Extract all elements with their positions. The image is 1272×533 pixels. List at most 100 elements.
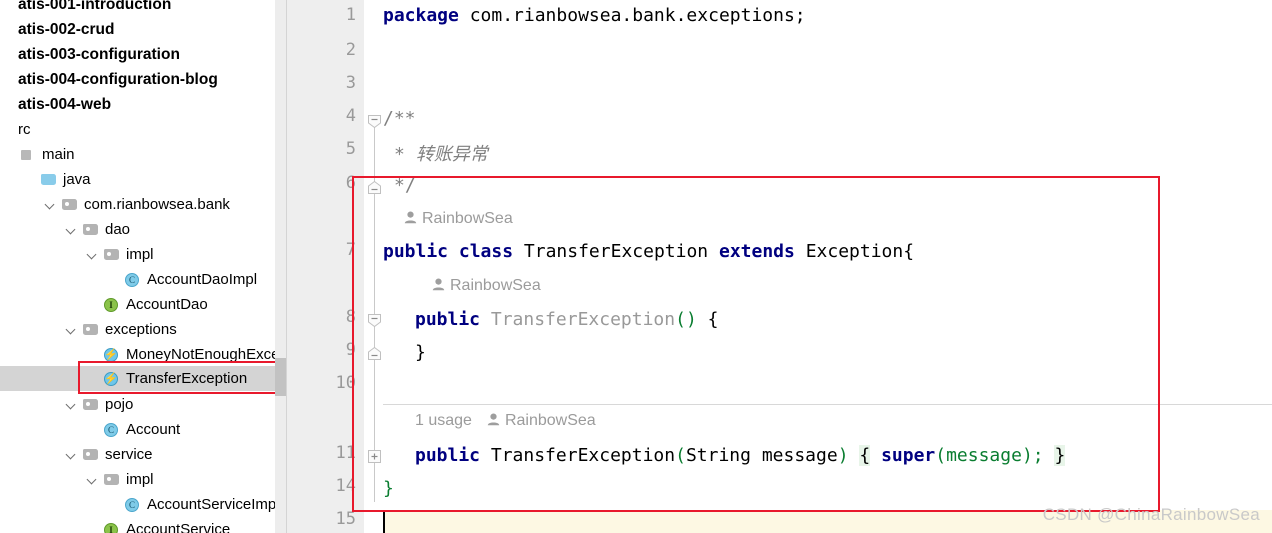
author-name: RainbowSea xyxy=(422,210,513,227)
chevron-down-icon[interactable] xyxy=(65,448,78,461)
tree-item-exceptions[interactable]: exceptions xyxy=(0,317,177,342)
tree-item-label: impl xyxy=(126,246,154,263)
package-folder-icon xyxy=(103,247,120,262)
tree-item-impl[interactable]: impl xyxy=(0,242,154,267)
tree-item-accountdao[interactable]: I AccountDao xyxy=(0,292,208,317)
tree-item-atis-004-configuration-blog[interactable]: atis-004-configuration-blog xyxy=(0,67,218,92)
chevron-down-icon[interactable] xyxy=(86,473,99,486)
tree-item-main[interactable]: main xyxy=(0,142,75,167)
code-line-11: public TransferException(String message)… xyxy=(415,445,1066,466)
keyword-package: package xyxy=(383,5,459,26)
tree-item-pojo[interactable]: pojo xyxy=(0,392,133,417)
tree-item-rc[interactable]: rc xyxy=(0,117,31,142)
keyword-extends: extends xyxy=(718,241,795,262)
sidebar-scrollbar-track[interactable] xyxy=(275,0,286,533)
person-icon xyxy=(486,412,501,427)
tree-item-label: dao xyxy=(105,221,131,238)
ctor-name: TransferException xyxy=(490,445,676,466)
fold-marker-comment-open[interactable] xyxy=(367,114,382,129)
javadoc-close: */ xyxy=(394,175,416,196)
tree-item-com-rianbowsea-bank[interactable]: com.rianbowsea.bank xyxy=(0,192,230,217)
ctor-lparen: ( xyxy=(675,445,686,466)
tree-item-dao[interactable]: dao xyxy=(0,217,130,242)
class-close-brace: } xyxy=(383,478,394,499)
project-tree-panel[interactable]: atis-001-introduction atis-002-crud atis-0… xyxy=(0,0,275,533)
tree-item-label: AccountDaoImpl xyxy=(147,271,258,288)
watermark: CSDN @ChinaRainbowSea xyxy=(1042,505,1260,524)
sidebar-scrollbar-thumb[interactable] xyxy=(275,358,286,396)
tree-item-atis-002-crud[interactable]: atis-002-crud xyxy=(0,17,114,42)
line-number: 14 xyxy=(335,476,356,496)
author-name: RainbowSea xyxy=(504,412,596,429)
folded-close-brace[interactable]: } xyxy=(1054,445,1066,466)
inlay-hint-usage[interactable]: 1 usage RainbowSea xyxy=(415,412,596,430)
class-name: TransferException xyxy=(523,241,709,262)
code-line-9: } xyxy=(415,342,426,363)
code-line-7: public class TransferException extends E… xyxy=(383,241,914,262)
chevron-down-icon[interactable] xyxy=(44,198,57,211)
code-line-8: public TransferException() { xyxy=(415,309,718,330)
tree-item-service[interactable]: service xyxy=(0,442,153,467)
ctor-open-brace: { xyxy=(707,309,719,330)
ctor-rparen: ) xyxy=(837,445,849,466)
chevron-down-icon[interactable] xyxy=(65,398,78,411)
fold-marker-ctor-close[interactable] xyxy=(367,346,382,361)
ctor-parens: () xyxy=(675,309,697,330)
tree-item-account[interactable]: C Account xyxy=(0,417,180,442)
fold-marker-ctor-open[interactable] xyxy=(367,313,382,328)
keyword-super: super xyxy=(881,445,936,466)
tree-item-impl[interactable]: impl xyxy=(0,467,154,492)
java-class-icon: C xyxy=(124,497,141,512)
tree-item-label: MoneyNotEnoughExcepti xyxy=(126,346,275,363)
inlay-hint-author-class[interactable]: RainbowSea xyxy=(403,210,513,228)
param-type: String xyxy=(685,445,751,466)
tree-item-moneynotenoughexcepti[interactable]: ⚡ MoneyNotEnoughExcepti xyxy=(0,342,275,367)
tree-item-label: impl xyxy=(126,471,154,488)
tree-item-accountservice[interactable]: I AccountService xyxy=(0,517,230,533)
tree-item-java[interactable]: java xyxy=(0,167,91,192)
fold-marker-expand-collapsed[interactable] xyxy=(367,449,382,464)
tree-item-atis-001-introduction[interactable]: atis-001-introduction xyxy=(0,0,171,17)
tree-item-label: atis-004-web xyxy=(18,96,112,113)
code-line-1: package com.rianbowsea.bank.exceptions; xyxy=(383,5,806,26)
chevron-down-icon[interactable] xyxy=(65,223,78,236)
tree-item-label: main xyxy=(42,146,75,163)
java-exception-class-icon: ⚡ xyxy=(103,371,120,386)
tree-item-accountserviceimpl[interactable]: C AccountServiceImpl xyxy=(0,492,275,517)
fold-marker-comment-close[interactable] xyxy=(367,180,382,195)
tree-item-atis-004-web[interactable]: atis-004-web xyxy=(0,92,111,117)
package-name: com.rianbowsea.bank.exceptions; xyxy=(458,5,806,26)
tree-item-transferexception[interactable]: ⚡ TransferException xyxy=(0,366,275,391)
line-number-gutter[interactable]: 1 2 3 4 5 6 7 8 9 10 11 14 15 xyxy=(287,0,364,533)
tree-item-atis-003-configuration[interactable]: atis-003-configuration xyxy=(0,42,180,67)
line-number: 7 xyxy=(345,240,356,260)
ctor-name-unused: TransferException xyxy=(490,309,676,330)
code-editor[interactable]: 1 2 3 4 5 6 7 8 9 10 11 14 15 package co… xyxy=(287,0,1272,533)
line-number: 15 xyxy=(335,509,356,529)
inlay-hint-author-ctor[interactable]: RainbowSea xyxy=(431,277,541,295)
tree-item-label: AccountDao xyxy=(126,296,208,313)
chevron-down-icon[interactable] xyxy=(86,248,99,261)
tree-item-label: com.rianbowsea.bank xyxy=(84,196,230,213)
tree-item-label: AccountService xyxy=(126,521,231,533)
line-number: 1 xyxy=(345,5,356,25)
package-folder-icon xyxy=(82,397,99,412)
tree-item-accountdaoimpl[interactable]: C AccountDaoImpl xyxy=(0,267,257,292)
tree-item-label: atis-001-introduction xyxy=(18,0,172,13)
folded-open-brace[interactable]: { xyxy=(859,445,871,466)
package-folder-icon xyxy=(82,447,99,462)
javadoc-text: 转账异常 xyxy=(415,144,488,165)
chevron-down-icon[interactable] xyxy=(65,323,78,336)
code-text-area[interactable]: package com.rianbowsea.bank.exceptions; … xyxy=(383,0,1272,533)
class-open-brace: { xyxy=(903,241,915,262)
author-name: RainbowSea xyxy=(450,277,541,294)
code-folding-strip[interactable] xyxy=(364,0,383,533)
text-caret xyxy=(383,512,385,533)
